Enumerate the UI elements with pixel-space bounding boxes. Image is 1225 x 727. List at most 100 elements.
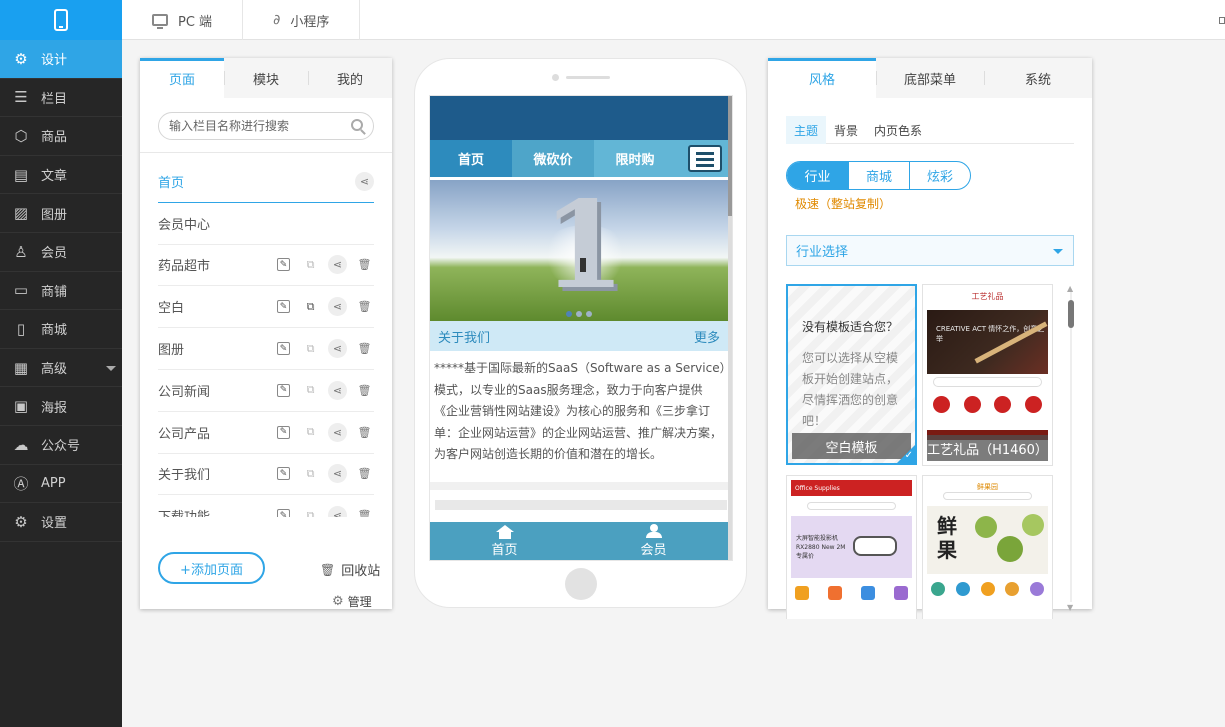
copy-icon[interactable]: ⧉ xyxy=(301,339,320,358)
edit-icon[interactable]: ✎ xyxy=(277,300,290,314)
page-row[interactable]: 公司产品 ✎ ⧉ ⋖ 🗑 xyxy=(158,412,374,454)
sidebar-item-settings[interactable]: ⚙ 设置 xyxy=(0,503,122,542)
footer-home[interactable]: 首页 xyxy=(430,522,579,560)
search-icon[interactable] xyxy=(351,119,363,131)
share-icon[interactable]: ⋖ xyxy=(328,339,347,359)
sidebar-item-mall[interactable]: ▯ 商城 xyxy=(0,310,122,349)
subtab-theme[interactable]: 主题 xyxy=(786,116,827,144)
share-icon[interactable]: ⋖ xyxy=(328,506,347,517)
add-page-button[interactable]: +添加页面 xyxy=(158,552,265,584)
template-card-blank[interactable]: 没有模板适合您？ 您可以选择从空模板开始创建站点，尽情挥洒您的创意吧！ 空白模板… xyxy=(786,284,917,465)
page-row[interactable]: 下载功能 ✎ ⧉ ⋖ 🗑 xyxy=(158,495,374,517)
banner-dot[interactable] xyxy=(576,311,582,317)
about-more-link[interactable]: 更多 xyxy=(694,327,720,346)
edit-icon[interactable]: ✎ xyxy=(277,258,290,272)
edit-icon[interactable]: ✎ xyxy=(277,509,290,517)
segment-colorful[interactable]: 炫彩 xyxy=(909,162,970,189)
subtab-inner-color[interactable]: 内页色系 xyxy=(866,116,930,144)
page-name: 空白 xyxy=(158,301,185,317)
sidebar-item-wechat[interactable]: ☁ 公众号 xyxy=(0,426,122,465)
scrollbar-track[interactable] xyxy=(1070,292,1072,602)
tab-mini-program[interactable]: ∂ 小程序 xyxy=(243,0,361,40)
share-icon[interactable]: ⋖ xyxy=(328,464,347,484)
chevron-down-icon xyxy=(1053,249,1063,254)
banner-image[interactable]: 1 xyxy=(430,180,732,321)
manage-button[interactable]: ⚙ 管理 xyxy=(332,593,372,610)
industry-select[interactable]: 行业选择 xyxy=(786,235,1074,266)
tab-pc[interactable]: PC 端 xyxy=(122,0,244,40)
edit-icon[interactable]: ✎ xyxy=(277,342,290,356)
copy-icon[interactable]: ⧉ xyxy=(301,423,320,442)
segment-industry[interactable]: 行业 xyxy=(787,162,848,189)
menu-icon[interactable] xyxy=(688,145,722,172)
screen-scrollbar-thumb[interactable] xyxy=(728,96,732,216)
template-card-fruit[interactable]: 鲜果园 鲜果 xyxy=(922,475,1053,619)
share-icon[interactable]: ⋖ xyxy=(328,297,347,317)
site-nav-bargain[interactable]: 微砍价 xyxy=(512,140,594,177)
phone-screen[interactable]: 首页 微砍价 限时购 1 关于我们 更多 *****基于国际最新的SaaS（So… xyxy=(429,95,733,561)
tab-system[interactable]: 系统 xyxy=(984,58,1092,98)
chevron-down-icon[interactable]: ▼ xyxy=(1067,603,1073,612)
tab-style[interactable]: 风格 xyxy=(768,58,876,98)
site-header[interactable] xyxy=(430,96,732,140)
page-row[interactable]: 会员中心 xyxy=(158,203,374,245)
search-input[interactable] xyxy=(169,119,339,133)
mobile-logo[interactable] xyxy=(0,0,122,40)
sidebar-item-goods[interactable]: ⬡ 商品 xyxy=(0,117,122,156)
banner-dot[interactable] xyxy=(566,311,572,317)
site-nav-flash-sale[interactable]: 限时购 xyxy=(594,140,676,177)
sidebar-item-poster[interactable]: ▣ 海报 xyxy=(0,387,122,426)
chevron-up-icon[interactable]: ▲ xyxy=(1067,284,1073,293)
page-row[interactable]: 公司新闻 ✎ ⧉ ⋖ 🗑 xyxy=(158,370,374,412)
sidebar-item-column[interactable]: ☰ 栏目 xyxy=(0,79,122,118)
page-row[interactable]: 图册 ✎ ⧉ ⋖ 🗑 xyxy=(158,328,374,370)
trash-icon[interactable]: 🗑 xyxy=(355,423,374,442)
trash-icon[interactable]: 🗑 xyxy=(355,297,374,316)
copy-icon[interactable]: ⧉ xyxy=(301,297,320,316)
trash-icon[interactable]: 🗑 xyxy=(355,464,374,483)
page-row[interactable]: 关于我们 ✎ ⧉ ⋖ 🗑 xyxy=(158,454,374,496)
subtab-background[interactable]: 背景 xyxy=(826,116,866,144)
sidebar-item-album[interactable]: ▨ 图册 xyxy=(0,194,122,233)
edit-icon[interactable]: ✎ xyxy=(277,467,290,481)
sidebar-item-member[interactable]: ♙ 会员 xyxy=(0,233,122,272)
window-icon[interactable] xyxy=(1219,17,1225,24)
banner-dots[interactable] xyxy=(566,311,592,317)
template-scrollbar[interactable]: ▲ ▼ xyxy=(1067,284,1074,612)
sidebar-item-store[interactable]: ▭ 商铺 xyxy=(0,272,122,311)
tab-modules[interactable]: 模块 xyxy=(224,58,308,98)
recycle-bin-button[interactable]: 🗑 回收站 xyxy=(320,560,380,580)
fast-copy-link[interactable]: 极速（整站复制） xyxy=(795,195,891,212)
page-row[interactable]: 空白 ✎ ⧉ ⋖ 🗑 xyxy=(158,286,374,329)
sidebar-item-article[interactable]: ▤ 文章 xyxy=(0,156,122,195)
share-icon[interactable]: ⋖ xyxy=(328,422,347,442)
edit-icon[interactable]: ✎ xyxy=(277,425,290,439)
footer-member[interactable]: 会员 xyxy=(579,522,728,560)
share-icon[interactable]: ⋖ xyxy=(328,255,347,275)
copy-icon[interactable]: ⧉ xyxy=(301,506,320,517)
trash-icon[interactable]: 🗑 xyxy=(355,506,374,517)
copy-icon[interactable]: ⧉ xyxy=(301,255,320,274)
template-card-office[interactable]: Office Supplies 大屏智能投影机 RX2880 New 2M 专属… xyxy=(786,475,917,619)
tab-bottom-menu[interactable]: 底部菜单 xyxy=(876,58,984,98)
banner-dot[interactable] xyxy=(586,311,592,317)
page-row[interactable]: 药品超市 ✎ ⧉ ⋖ 🗑 xyxy=(158,245,374,287)
edit-icon[interactable]: ✎ xyxy=(277,383,290,397)
tab-pages[interactable]: 页面 xyxy=(140,58,224,98)
trash-icon[interactable]: 🗑 xyxy=(355,255,374,274)
scrollbar-thumb[interactable] xyxy=(1068,300,1074,328)
share-icon[interactable]: ⋖ xyxy=(328,380,347,400)
sidebar-item-advanced[interactable]: ▦ 高级 xyxy=(0,349,122,388)
site-nav-home[interactable]: 首页 xyxy=(430,140,512,177)
share-icon[interactable]: ⋖ xyxy=(355,171,374,191)
tab-mine[interactable]: 我的 xyxy=(308,58,392,98)
copy-icon[interactable]: ⧉ xyxy=(301,464,320,483)
page-row[interactable]: 首页 ⋖ xyxy=(158,161,374,203)
sidebar-item-app[interactable]: Ⓐ APP xyxy=(0,465,122,504)
copy-icon[interactable]: ⧉ xyxy=(301,381,320,400)
trash-icon[interactable]: 🗑 xyxy=(355,381,374,400)
segment-mall[interactable]: 商城 xyxy=(848,162,909,189)
template-card-gift[interactable]: 工艺礼品 CREATIVE ACT 情怀之作，创意之举 工艺礼品（H1460） xyxy=(922,284,1053,466)
trash-icon[interactable]: 🗑 xyxy=(355,339,374,358)
sidebar-item-design[interactable]: ⚙ 设计 xyxy=(0,40,122,79)
